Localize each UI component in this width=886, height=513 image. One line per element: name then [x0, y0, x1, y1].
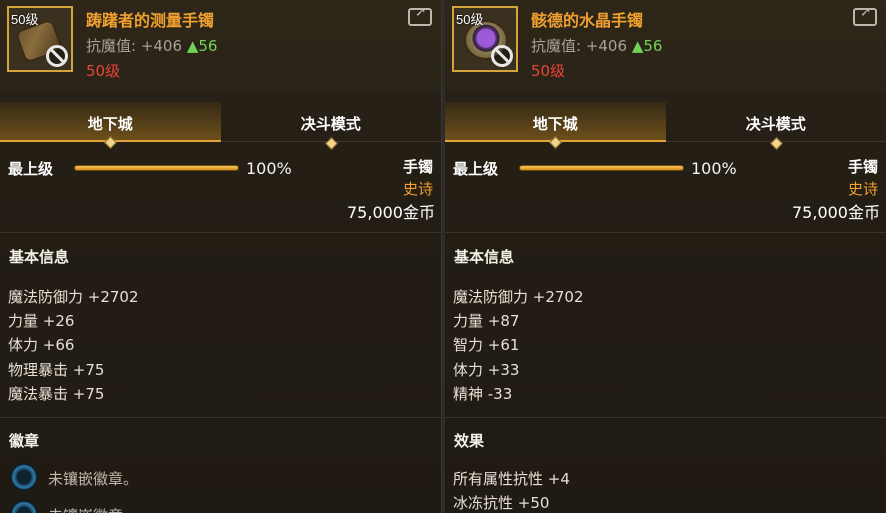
- mode-tabs: 地下城 决斗模式: [445, 102, 886, 150]
- tab-dungeon[interactable]: 地下城: [445, 102, 666, 149]
- resist-value: 抗魔值: +406 ▲56: [86, 35, 217, 56]
- item-header: 50级 骸德的水晶手镯 抗魔值: +406 ▲56 50级: [445, 0, 886, 92]
- divider: [0, 232, 441, 233]
- level-requirement: 50级: [86, 62, 121, 80]
- emblem-slot-icon[interactable]: [10, 500, 38, 513]
- tab-diamond-icon: [549, 136, 563, 149]
- divider: [445, 417, 886, 418]
- tab-dungeon-label: 地下城: [532, 115, 578, 133]
- item-name: 骸德的水晶手镯: [531, 11, 644, 30]
- item-icon-frame[interactable]: 50级: [7, 6, 73, 72]
- tab-diamond-icon: [769, 137, 783, 150]
- tab-duel[interactable]: 决斗模式: [665, 102, 886, 150]
- share-icon[interactable]: [853, 4, 877, 26]
- item-tooltip-right: 50级 骸德的水晶手镯 抗魔值: +406 ▲56 50级 地下城 决斗模式 最…: [445, 0, 886, 513]
- stat-line: 体力 +66: [8, 336, 75, 354]
- item-level-tag: 50级: [456, 12, 484, 27]
- item-price: 75,000金币: [792, 203, 880, 222]
- emblem-title: 徽章: [9, 432, 40, 450]
- effects-title: 效果: [454, 432, 485, 450]
- resist-label: 抗魔值: +406: [531, 37, 628, 55]
- stat-line: 力量 +26: [8, 312, 75, 330]
- item-header: 50级 踌躇者的测量手镯 抗魔值: +406 ▲56 50级: [0, 0, 441, 92]
- grade-percent: 100%: [246, 159, 292, 178]
- mode-tabs: 地下城 决斗模式: [0, 102, 441, 150]
- item-type: 手镯: [847, 158, 878, 176]
- divider: [0, 417, 441, 418]
- share-icon[interactable]: [408, 4, 432, 26]
- emblem-status: 未镶嵌徽章。: [48, 470, 139, 488]
- stat-line: 物理暴击 +75: [8, 361, 105, 379]
- stat-line: 力量 +87: [453, 312, 520, 330]
- grade-label: 最上级: [8, 160, 54, 178]
- item-rarity: 史诗: [402, 180, 433, 198]
- resist-increase: ▲56: [186, 37, 218, 55]
- item-icon-frame[interactable]: 50级: [452, 6, 518, 72]
- resist-value: 抗魔值: +406 ▲56: [531, 35, 662, 56]
- grade-percent: 100%: [691, 159, 737, 178]
- basic-info-title: 基本信息: [454, 248, 515, 266]
- grade-progress-bar: [519, 165, 684, 171]
- item-rarity: 史诗: [847, 180, 878, 198]
- item-name: 踌躇者的测量手镯: [86, 11, 215, 30]
- stat-line: 体力 +33: [453, 361, 520, 379]
- tab-duel-label: 决斗模式: [300, 115, 361, 133]
- effect-line: 冰冻抗性 +50: [453, 494, 550, 512]
- grade-label: 最上级: [453, 160, 499, 178]
- emblem-slot-icon[interactable]: [10, 463, 38, 491]
- stat-line: 魔法防御力 +2702: [8, 288, 139, 306]
- no-trade-icon: [46, 45, 68, 67]
- item-price: 75,000金币: [347, 203, 435, 222]
- tab-duel[interactable]: 决斗模式: [220, 102, 441, 150]
- tab-duel-label: 决斗模式: [745, 115, 806, 133]
- tab-diamond-icon: [324, 137, 338, 150]
- resist-increase: ▲56: [631, 37, 663, 55]
- stat-line: 精神 -33: [453, 385, 513, 403]
- divider: [445, 232, 886, 233]
- item-tooltip-left: 50级 踌躇者的测量手镯 抗魔值: +406 ▲56 50级 地下城 决斗模式 …: [0, 0, 441, 513]
- no-trade-icon: [491, 45, 513, 67]
- item-type: 手镯: [402, 158, 433, 176]
- tab-diamond-icon: [104, 136, 118, 149]
- tab-dungeon[interactable]: 地下城: [0, 102, 221, 149]
- effect-line: 所有属性抗性 +4: [453, 470, 570, 488]
- level-requirement: 50级: [531, 62, 566, 80]
- stat-line: 魔法暴击 +75: [8, 385, 105, 403]
- tab-dungeon-label: 地下城: [87, 115, 133, 133]
- grade-progress-bar: [74, 165, 239, 171]
- stat-line: 魔法防御力 +2702: [453, 288, 584, 306]
- resist-label: 抗魔值: +406: [86, 37, 183, 55]
- item-level-tag: 50级: [11, 12, 39, 27]
- emblem-status: 未镶嵌徽章。: [48, 505, 138, 513]
- basic-info-title: 基本信息: [9, 248, 70, 266]
- stat-line: 智力 +61: [453, 336, 520, 354]
